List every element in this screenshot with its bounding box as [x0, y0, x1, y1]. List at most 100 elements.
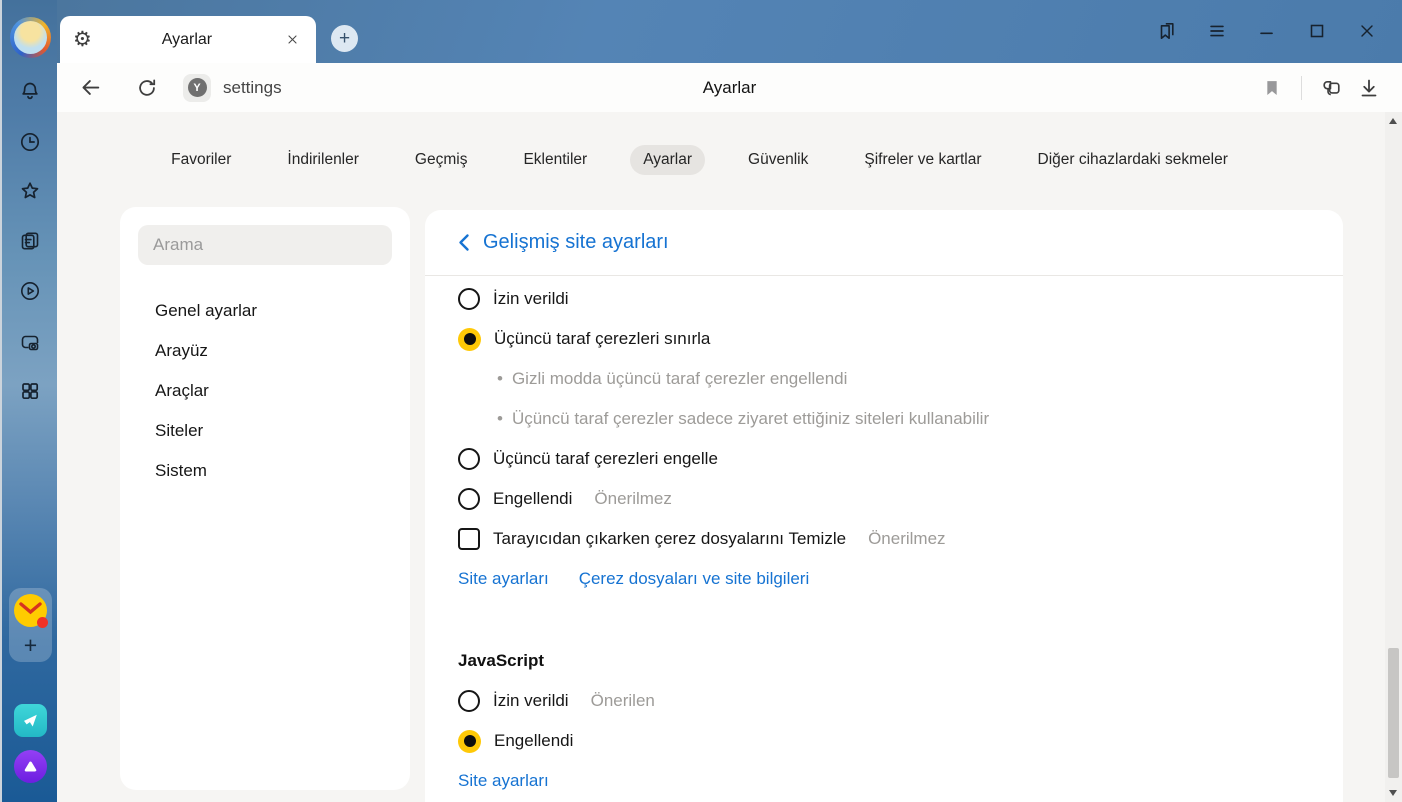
profile-avatar[interactable]	[10, 17, 51, 58]
search-box	[138, 225, 392, 265]
link-site-ayarlari[interactable]: Site ayarları	[458, 569, 549, 589]
detail-ucuncu-taraf: • Üçüncü taraf çerezler sadece ziyaret e…	[458, 399, 1310, 439]
video-play-icon[interactable]	[18, 279, 42, 303]
checkbox-icon[interactable]	[458, 528, 480, 550]
close-button[interactable]	[1342, 6, 1392, 56]
toolbar-right-icons	[1253, 69, 1388, 107]
recommendation-note: Önerilmez	[594, 489, 671, 509]
pinned-shortcuts-group: +	[9, 588, 52, 662]
radio-label: İzin verildi	[493, 691, 569, 711]
nav-indirilenler[interactable]: İndirilenler	[274, 145, 372, 175]
tab-close-icon[interactable]	[282, 29, 303, 50]
side-panels-icon[interactable]	[1142, 6, 1192, 56]
radio-selected-icon[interactable]	[458, 328, 481, 351]
radio-icon[interactable]	[458, 690, 480, 712]
notifications-bell-icon[interactable]	[18, 79, 42, 103]
radio-selected-icon[interactable]	[458, 730, 481, 753]
detail-text: Gizli modda üçüncü taraf çerezler engell…	[512, 369, 847, 389]
settings-sidebar: Genel ayarlar Arayüz Araçlar Siteler Sis…	[120, 207, 410, 790]
radio-icon[interactable]	[458, 488, 480, 510]
address-toolbar: Y settings Ayarlar	[57, 63, 1402, 112]
messenger-icon[interactable]	[14, 704, 47, 737]
yandex-mail-icon[interactable]	[14, 594, 47, 627]
screenshot-icon[interactable]	[18, 330, 42, 354]
radio-label: Üçüncü taraf çerezleri sınırla	[494, 329, 710, 349]
nav-favoriler[interactable]: Favoriler	[158, 145, 244, 175]
add-shortcut-button[interactable]: +	[9, 630, 52, 660]
link-cerez-dosyalari[interactable]: Çerez dosyaları ve site bilgileri	[579, 569, 810, 589]
cookies-section: İzin verildi Üçüncü taraf çerezleri sını…	[425, 276, 1343, 801]
new-tab-button[interactable]: +	[331, 25, 358, 52]
cookies-links: Site ayarları Çerez dosyaları ve site bi…	[458, 559, 1310, 599]
settings-nav: Favoriler İndirilenler Geçmiş Eklentiler…	[57, 145, 1342, 175]
download-icon[interactable]	[1350, 69, 1388, 107]
apps-grid-icon[interactable]	[18, 379, 42, 403]
detail-gizli-mod: • Gizli modda üçüncü taraf çerezler enge…	[458, 359, 1310, 399]
javascript-links: Site ayarları	[458, 761, 1310, 801]
link-js-site-ayarlari[interactable]: Site ayarları	[458, 771, 549, 791]
minimize-button[interactable]	[1242, 6, 1292, 56]
bookmark-icon[interactable]	[1253, 69, 1291, 107]
settings-content-panel: Gelişmiş site ayarları İzin verildi Üçün…	[425, 210, 1343, 802]
sidebar-item-genel-ayarlar[interactable]: Genel ayarlar	[138, 291, 392, 331]
scrollbar-thumb[interactable]	[1388, 648, 1399, 778]
mail-badge-dot	[37, 617, 48, 628]
alice-assistant-icon[interactable]	[14, 750, 47, 783]
nav-sifreler[interactable]: Şifreler ve kartlar	[851, 145, 994, 175]
recommendation-note: Önerilmez	[868, 529, 945, 549]
radio-icon[interactable]	[458, 288, 480, 310]
scrollbar-up-arrow[interactable]	[1389, 118, 1397, 124]
tab-strip: ⚙ Ayarlar +	[57, 0, 1402, 63]
checkbox-label: Tarayıcıdan çıkarken çerez dosyalarını T…	[493, 529, 846, 549]
nav-gecmis[interactable]: Geçmiş	[402, 145, 481, 175]
site-badge-icon[interactable]: Y	[183, 74, 211, 102]
radio-icon[interactable]	[458, 448, 480, 470]
radio-js-engellendi[interactable]: Engellendi	[458, 721, 1310, 761]
section-title: Gelişmiş site ayarları	[483, 231, 669, 254]
sidebar-item-sistem[interactable]: Sistem	[138, 451, 392, 491]
maximize-button[interactable]	[1292, 6, 1342, 56]
sidebar-item-arayuz[interactable]: Arayüz	[138, 331, 392, 371]
radio-option-engellendi[interactable]: Engellendi Önerilmez	[458, 479, 1310, 519]
nav-eklentiler[interactable]: Eklentiler	[510, 145, 600, 175]
javascript-heading: JavaScript	[458, 641, 1310, 681]
radio-label: İzin verildi	[493, 289, 569, 309]
scrollbar-down-arrow[interactable]	[1389, 790, 1397, 796]
radio-option-engelle[interactable]: Üçüncü taraf çerezleri engelle	[458, 439, 1310, 479]
tab-title: Ayarlar	[92, 31, 282, 49]
nav-diger-cihazlar[interactable]: Diğer cihazlardaki sekmeler	[1025, 145, 1241, 175]
favorites-star-icon[interactable]	[18, 179, 42, 203]
side-rail: +	[0, 0, 57, 802]
advanced-site-settings-back[interactable]: Gelişmiş site ayarları	[425, 210, 1343, 276]
menu-hamburger-icon[interactable]	[1192, 6, 1242, 56]
radio-label: Engellendi	[494, 731, 573, 751]
page-scrollbar[interactable]	[1385, 112, 1402, 802]
back-arrow-icon[interactable]	[71, 69, 109, 107]
toolbar-separator	[1301, 76, 1302, 100]
articles-icon[interactable]	[18, 229, 42, 253]
sidebar-item-siteler[interactable]: Siteler	[138, 411, 392, 451]
url-text[interactable]: settings	[223, 78, 282, 98]
refresh-icon[interactable]	[128, 69, 166, 107]
avatar-image	[14, 21, 47, 54]
settings-menu: Genel ayarlar Arayüz Araçlar Siteler Sis…	[138, 291, 392, 491]
gear-icon: ⚙	[73, 29, 92, 50]
search-input[interactable]	[138, 235, 392, 255]
bullet-glyph: •	[497, 369, 503, 389]
yandex-y-glyph: Y	[188, 78, 207, 97]
history-clock-icon[interactable]	[18, 130, 42, 154]
nav-guvenlik[interactable]: Güvenlik	[735, 145, 821, 175]
detail-text: Üçüncü taraf çerezler sadece ziyaret ett…	[512, 409, 989, 429]
radio-js-izin-verildi[interactable]: İzin verildi Önerilen	[458, 681, 1310, 721]
radio-option-sinirla[interactable]: Üçüncü taraf çerezleri sınırla	[458, 319, 1310, 359]
radio-option-izin-verildi[interactable]: İzin verildi	[458, 279, 1310, 319]
radio-label: Üçüncü taraf çerezleri engelle	[493, 449, 718, 469]
radio-label: Engellendi	[493, 489, 572, 509]
nav-ayarlar[interactable]: Ayarlar	[630, 145, 705, 175]
checkbox-clear-cookies[interactable]: Tarayıcıdan çıkarken çerez dosyalarını T…	[458, 519, 1310, 559]
tab-ayarlar[interactable]: ⚙ Ayarlar	[60, 16, 316, 63]
sidebar-item-araclar[interactable]: Araçlar	[138, 371, 392, 411]
chevron-left-icon	[458, 233, 470, 252]
collections-icon[interactable]	[1312, 69, 1350, 107]
bullet-glyph: •	[497, 409, 503, 429]
